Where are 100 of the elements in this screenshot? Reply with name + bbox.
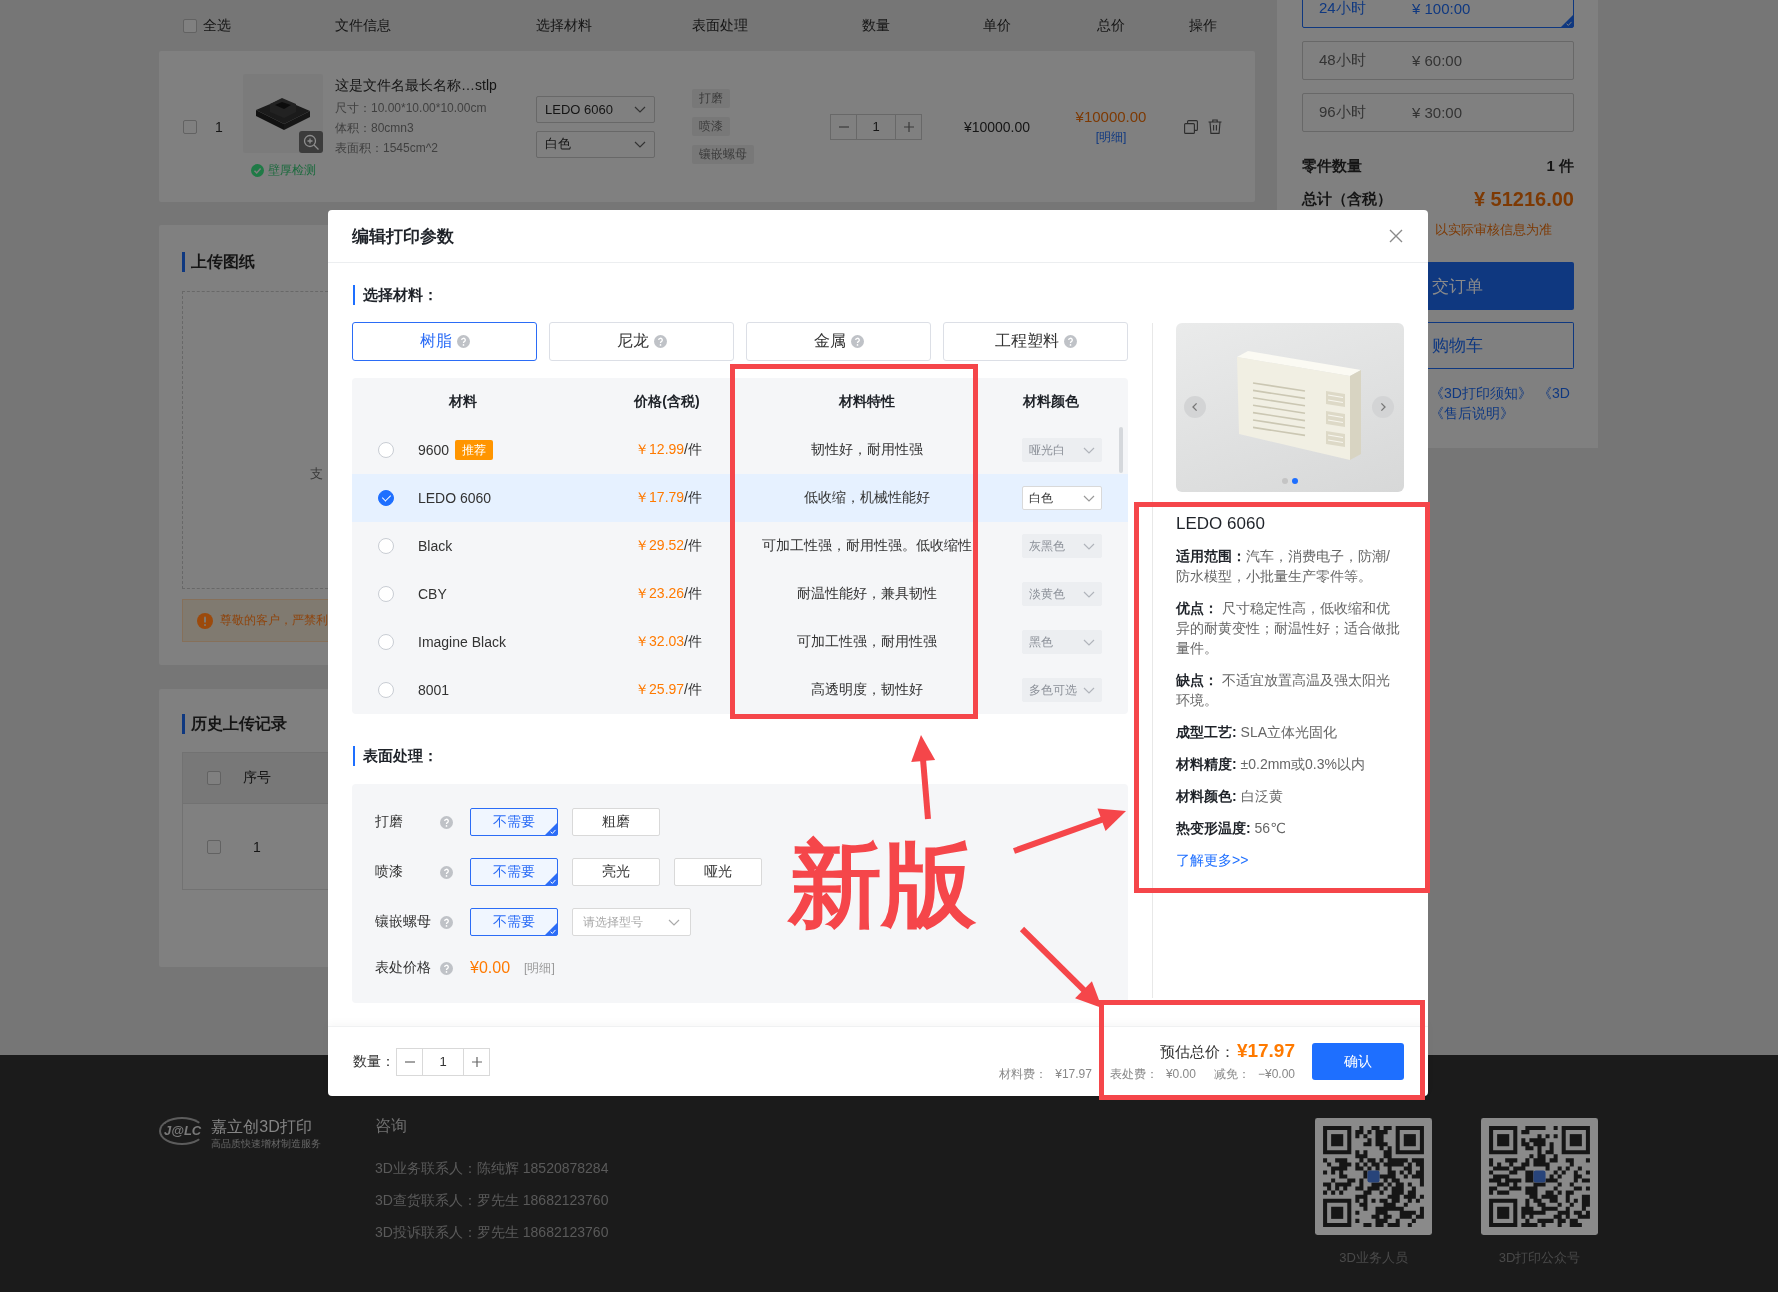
checkbox[interactable] — [183, 119, 197, 134]
option-button[interactable]: 亮光 — [572, 858, 660, 886]
property-text: 高透明度，韧性好 — [811, 681, 923, 699]
option-button[interactable]: 不需要 — [470, 858, 558, 886]
detail-link[interactable]: [明细] — [1095, 128, 1127, 146]
option-button[interactable]: 不需要 — [470, 908, 558, 936]
radio-button[interactable] — [378, 490, 394, 506]
help-icon[interactable] — [440, 915, 453, 929]
material-select[interactable]: LEDO 6060 — [536, 95, 655, 123]
property-text: 低收缩，机械性能好 — [804, 489, 930, 507]
option-button[interactable]: 哑光 — [674, 858, 762, 886]
checkbox[interactable] — [207, 839, 221, 854]
column-header: 序号 — [243, 769, 271, 787]
plus-icon — [903, 121, 914, 132]
contact-text: 3D投诉联系人：罗先生 18682123760 — [375, 1223, 609, 1242]
price-text: ￥25.97/件 — [635, 681, 702, 699]
chevron-left-icon[interactable] — [1184, 396, 1206, 418]
delivery-option[interactable]: 48小时 ¥ 60:00 — [1302, 41, 1574, 80]
option-button[interactable]: 不需要 — [470, 808, 558, 836]
option-button[interactable]: 粗磨 — [572, 808, 660, 836]
brand-tagline: 高品质快速增材制造服务 — [211, 1138, 322, 1150]
add-to-cart-button[interactable]: 购物车 — [1428, 322, 1574, 369]
carousel-dot[interactable] — [1292, 478, 1298, 484]
checkbox[interactable] — [207, 771, 221, 785]
corner-check-icon — [545, 823, 557, 835]
trash-icon[interactable] — [1207, 119, 1222, 134]
help-icon[interactable] — [456, 335, 470, 348]
drop-hint: 支 — [310, 466, 323, 482]
scrollbar-thumb[interactable] — [1119, 427, 1123, 473]
price-text: ￥32.03/件 — [635, 633, 702, 651]
file-name: 这是文件名最长名称…stlp — [335, 76, 498, 94]
summary-label: 零件数量 — [1302, 157, 1362, 175]
delivery-option[interactable]: 24小时 ¥ 100:00 — [1302, 0, 1574, 28]
caret-icon — [1083, 542, 1095, 550]
table-row[interactable]: LEDO 6060 ￥17.79/件 低收缩，机械性能好 白色 — [352, 474, 1128, 522]
radio-button[interactable] — [378, 586, 394, 602]
material-tab[interactable]: 工程塑料 — [943, 322, 1128, 361]
material-name: CBY — [418, 586, 447, 602]
help-icon[interactable] — [850, 335, 864, 348]
help-icon[interactable] — [440, 961, 453, 975]
carousel-dot[interactable] — [1282, 478, 1288, 484]
copy-icon[interactable] — [1183, 119, 1198, 134]
file-detail: 体积：80cmn3 — [335, 120, 415, 137]
contact-text: 3D查货联系人：罗先生 18682123760 — [375, 1191, 609, 1210]
dialog-title: 编辑打印参数 — [352, 225, 454, 248]
corner-check-icon — [545, 873, 557, 885]
caret-icon — [1083, 494, 1095, 502]
color-select[interactable]: 白色 — [1022, 486, 1102, 510]
radio-button[interactable] — [378, 442, 394, 458]
submit-order-button[interactable]: 交订单 — [1428, 262, 1574, 310]
material-tab[interactable]: 尼龙 — [549, 322, 734, 361]
increase-button[interactable] — [895, 113, 922, 140]
warning-text: 尊敬的客户，严禁利 — [220, 613, 328, 628]
spec-text: 材料精度: ±0.2mm或0.3%以内 — [1176, 755, 1366, 774]
close-icon[interactable] — [1389, 229, 1403, 243]
surface-price: ¥0.00 — [470, 959, 511, 977]
part-count: 1 件 — [1546, 157, 1574, 175]
color-select[interactable]: 白色 — [536, 130, 655, 158]
material-tab[interactable]: 金属 — [746, 322, 931, 361]
help-icon[interactable] — [440, 865, 453, 879]
estimate-price: ¥17.97 — [1236, 1039, 1295, 1062]
column-header: 单价 — [983, 16, 1011, 35]
radio-button[interactable] — [378, 682, 394, 698]
column-header: 数量 — [862, 16, 890, 35]
zoom-in-icon[interactable] — [299, 131, 323, 153]
section-heading: 表面处理： — [353, 746, 438, 766]
document-link[interactable]: 《3D — [1537, 383, 1570, 403]
delivery-option[interactable]: 96小时 ¥ 30:00 — [1302, 93, 1574, 132]
property-text: 可加工性强，耐用性强 — [797, 633, 937, 651]
spec-text: 优点： 尺寸稳定性高，低收缩和优异的耐黄变性；耐温性好；适合做批量件。 — [1176, 599, 1401, 658]
price-note: 以实际审核信息为准 — [1435, 221, 1552, 239]
learn-more-link[interactable]: 了解更多>> — [1176, 852, 1249, 868]
caret-icon — [1083, 446, 1095, 454]
section-heading: 选择材料： — [353, 285, 438, 305]
detail-link[interactable]: [明细] — [524, 959, 555, 977]
spec-text: 成型工艺: SLA立体光固化 — [1176, 723, 1339, 742]
model-select[interactable]: 请选择型号 — [572, 908, 691, 936]
material-tab[interactable]: 树脂 — [352, 322, 537, 361]
checkbox[interactable] — [183, 18, 197, 33]
file-detail: 表面积：1545cm^2 — [335, 140, 439, 157]
radio-button[interactable] — [378, 634, 394, 650]
select-all-label: 全选 — [203, 16, 231, 35]
help-icon[interactable] — [1063, 335, 1077, 348]
decrease-button[interactable] — [830, 113, 857, 140]
property-text: 韧性好，耐用性强 — [811, 441, 923, 459]
fee-label: 减免： — [1213, 1067, 1250, 1081]
material-name: 8001 — [418, 682, 450, 698]
caret-icon — [1083, 638, 1095, 646]
document-link[interactable]: 《3D打印须知》 — [1430, 383, 1532, 403]
material-name: LEDO 6060 — [418, 490, 492, 506]
confirm-button[interactable]: 确认 — [1312, 1043, 1404, 1080]
chevron-right-icon[interactable] — [1372, 396, 1394, 418]
column-header: 材料 — [449, 393, 477, 411]
help-icon[interactable] — [653, 335, 667, 348]
unit-price: ¥10000.00 — [963, 118, 1031, 135]
radio-button[interactable] — [378, 538, 394, 554]
brand-name: 嘉立创3D打印 — [211, 1117, 312, 1136]
column-header: 表面处理 — [692, 16, 748, 35]
document-link[interactable]: 《售后说明》 — [1430, 403, 1514, 423]
help-icon[interactable] — [440, 815, 453, 829]
